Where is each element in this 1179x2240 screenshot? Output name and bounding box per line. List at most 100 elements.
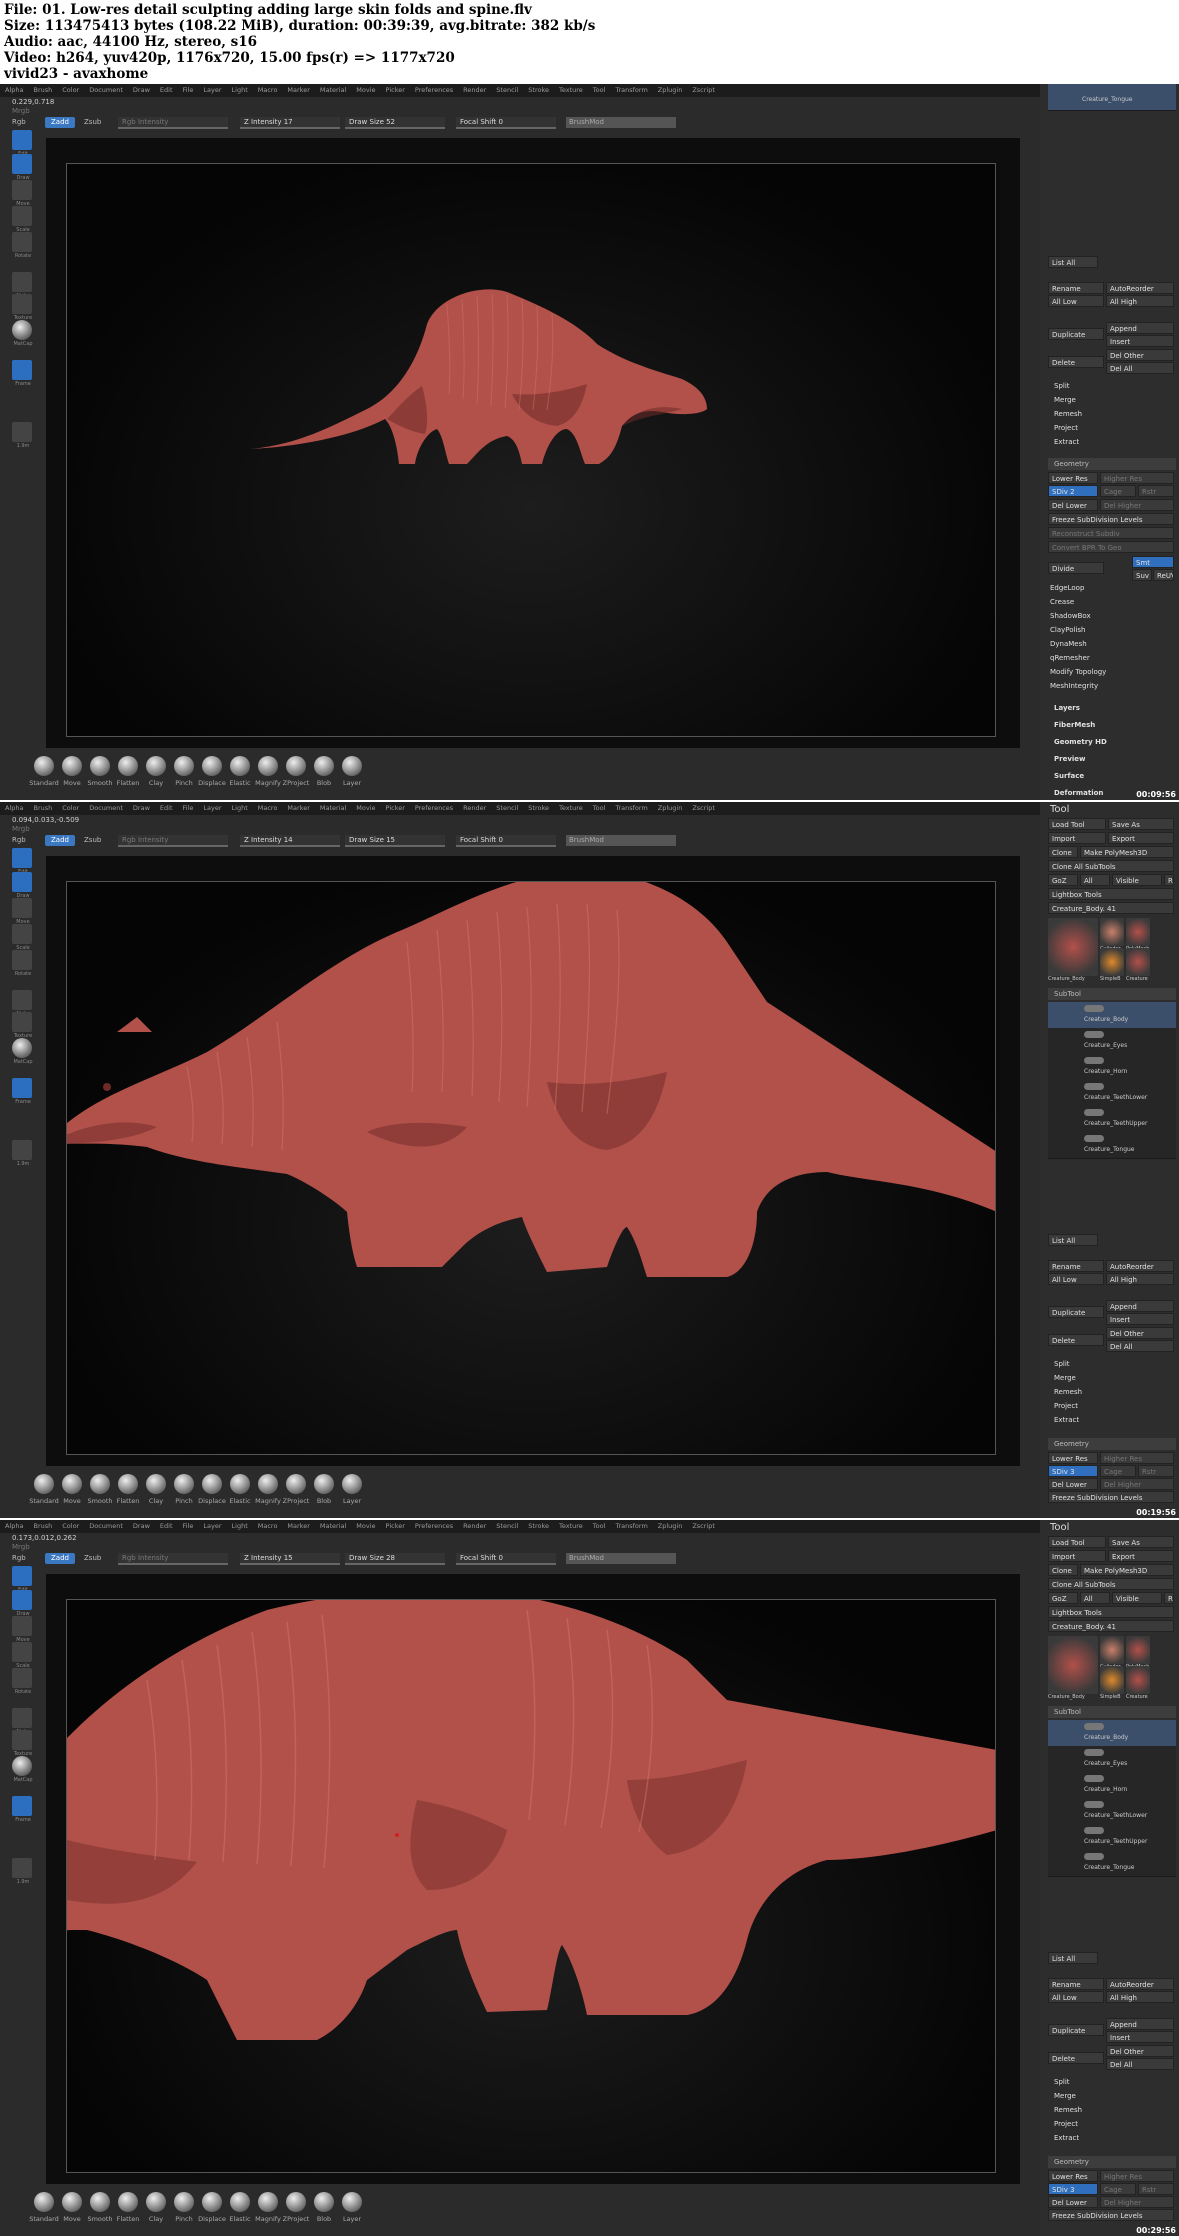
brush-move-icon[interactable] [62,1474,82,1494]
project-button[interactable]: Project [1054,424,1078,432]
mrgb-toggle[interactable]: Mrgb [12,106,30,117]
geometry-item[interactable]: MeshIntegrity [1050,682,1098,690]
menu-item[interactable]: Brush [33,86,52,94]
brush-smooth-icon[interactable] [90,2192,110,2212]
texture-button[interactable] [12,1012,32,1032]
draw-button[interactable] [12,154,32,174]
brush-standard-icon[interactable] [34,756,54,776]
merge-button[interactable]: Merge [1054,396,1076,404]
alpha-button[interactable] [12,272,32,292]
brush-move-icon[interactable] [62,2192,82,2212]
scale-button[interactable] [12,206,32,226]
eye-icon[interactable] [1084,1005,1104,1012]
sdiv-slider[interactable]: SDiv 3 [1048,1465,1098,1477]
brush-magnify-icon[interactable] [258,2192,278,2212]
load-tool-button[interactable]: Load Tool [1048,1536,1106,1548]
sdiv-slider[interactable]: SDiv 3 [1048,2183,1098,2195]
document-canvas[interactable] [66,1599,996,2173]
del-higher-button[interactable]: Del Higher [1100,499,1174,511]
brush-pinch-icon[interactable] [174,756,194,776]
menu-item[interactable]: Zscript [692,804,715,812]
menu-item[interactable]: Zplugin [658,804,683,812]
menu-item[interactable]: Zscript [692,1522,715,1530]
brush-blob-icon[interactable] [314,2192,334,2212]
all-low-button[interactable]: All Low [1048,1273,1104,1285]
frame-button[interactable] [12,1796,32,1816]
del-all-button[interactable]: Del All [1106,362,1174,374]
menu-item[interactable]: Material [320,86,346,94]
brush-displace-icon[interactable] [202,1474,222,1494]
list-all-button[interactable]: List All [1048,256,1098,268]
rstr-button[interactable]: Rstr [1138,2183,1174,2195]
current-tool-slider[interactable]: Creature_Body. 41 [1048,902,1174,914]
menu-item[interactable]: Stroke [528,86,549,94]
eye-icon[interactable] [1084,1749,1104,1756]
freeze-subdiv-button[interactable]: Freeze SubDivision Levels [1048,1491,1174,1503]
rstr-button[interactable]: Rstr [1138,1465,1174,1477]
brush-zproject-icon[interactable] [286,2192,306,2212]
draw-size-slider[interactable]: Draw Size 15 [345,835,445,847]
menu-item[interactable]: Layer [203,804,221,812]
auto-reorder-button[interactable]: AutoReorder [1106,1260,1174,1272]
scale-button[interactable] [12,924,32,944]
del-lower-button[interactable]: Del Lower [1048,1478,1098,1490]
draw-size-slider[interactable]: Draw Size 28 [345,1553,445,1565]
cylinder-thumb[interactable] [1100,1636,1124,1664]
current-tool-slider[interactable]: Creature_Body. 41 [1048,1620,1174,1632]
del-higher-button[interactable]: Del Higher [1100,2196,1174,2208]
all-low-button[interactable]: All Low [1048,1991,1104,2003]
menu-item[interactable]: Light [232,86,248,94]
simpleb-thumb[interactable] [1100,948,1124,976]
reconstruct-subdiv-button[interactable]: Reconstruct Subdiv [1048,527,1174,539]
rotate-button[interactable] [12,950,32,970]
menu-item[interactable]: Tool [593,804,606,812]
menu-item[interactable]: Preferences [415,86,453,94]
menu-item[interactable]: Draw [133,1522,150,1530]
move-button[interactable] [12,898,32,918]
geometry-item[interactable]: Modify Topology [1050,668,1106,676]
del-other-button[interactable]: Del Other [1106,1327,1174,1339]
creature-thumb[interactable] [1126,1666,1150,1694]
zadd-toggle[interactable]: Zadd [45,835,75,846]
document-canvas[interactable] [66,163,996,737]
eye-icon[interactable] [1084,1057,1104,1064]
menu-item[interactable]: Light [232,1522,248,1530]
geometry-section[interactable]: Geometry [1048,2156,1176,2168]
rotate-button[interactable] [12,232,32,252]
suv-toggle[interactable]: Suv [1132,569,1152,581]
menu-item[interactable]: Zplugin [658,86,683,94]
alpha-button[interactable] [12,1708,32,1728]
focal-shift-slider[interactable]: Focal Shift 0 [456,835,556,847]
extract-button[interactable]: Extract [1054,1416,1079,1424]
geometry-item[interactable]: DynaMesh [1050,640,1087,648]
clone-all-subtools-button[interactable]: Clone All SubTools [1048,860,1174,872]
all-high-button[interactable]: All High [1106,1273,1174,1285]
edit-button[interactable] [12,130,32,150]
zsub-toggle[interactable]: Zsub [84,117,101,128]
brush-magnify-icon[interactable] [258,756,278,776]
document-canvas[interactable] [66,881,996,1455]
menu-item[interactable]: Macro [258,1522,278,1530]
import-button[interactable]: Import [1048,832,1106,844]
append-button[interactable]: Append [1106,1300,1174,1312]
divide-button[interactable]: Divide [1048,562,1104,574]
auto-reorder-button[interactable]: AutoReorder [1106,1978,1174,1990]
edit-button[interactable] [12,1566,32,1586]
del-higher-button[interactable]: Del Higher [1100,1478,1174,1490]
remesh-button[interactable]: Remesh [1054,1388,1082,1396]
brush-mod-field[interactable]: BrushMod [566,835,676,846]
menu-item[interactable]: File [183,804,194,812]
export-button[interactable]: Export [1108,1550,1174,1562]
zoom-button[interactable] [12,422,32,442]
rename-button[interactable]: Rename [1048,1978,1104,1990]
move-button[interactable] [12,180,32,200]
cage-button[interactable]: Cage [1100,1465,1136,1477]
duplicate-button[interactable]: Duplicate [1048,2024,1104,2036]
menu-item[interactable]: Tool [593,86,606,94]
texture-button[interactable] [12,1730,32,1750]
brush-magnify-icon[interactable] [258,1474,278,1494]
cage-button[interactable]: Cage [1100,485,1136,497]
menu-item[interactable]: Stroke [528,804,549,812]
menu-item[interactable]: Transform [615,1522,647,1530]
insert-button[interactable]: Insert [1106,335,1174,347]
